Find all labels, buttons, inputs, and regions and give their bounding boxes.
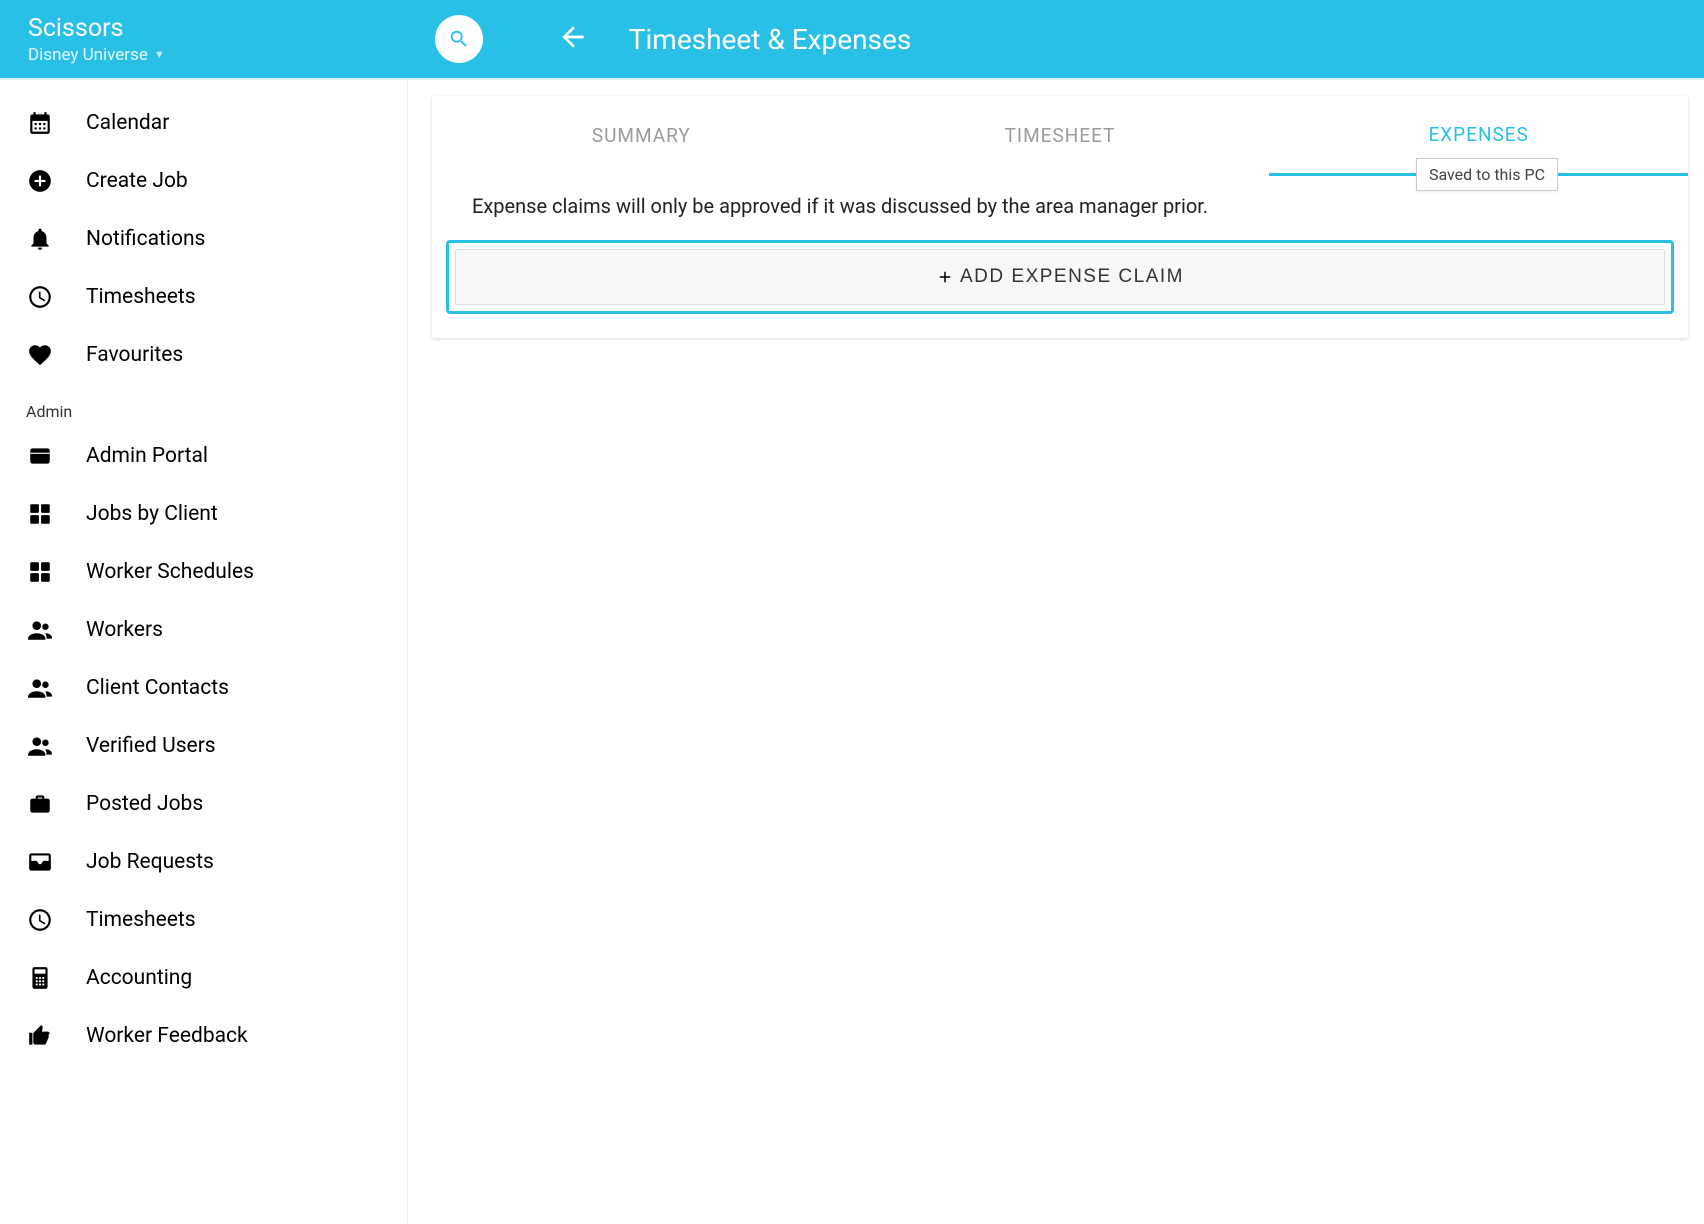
sidebar-item-label: Admin Portal [86,444,208,468]
brand-title: Scissors [28,14,165,43]
thumbs-up-icon [26,1022,54,1050]
page-title: Timesheet & Expenses [629,23,912,56]
sidebar-item-label: Favourites [86,343,183,367]
brand-block: Scissors Disney Universe ▼ [28,14,165,65]
top-bar: Scissors Disney Universe ▼ Timesheet & E… [0,0,1704,78]
sidebar-item-label: Job Requests [86,850,214,874]
arrow-left-icon [557,21,589,53]
sidebar-item-label: Workers [86,618,163,642]
add-expense-claim-button[interactable]: ADD EXPENSE CLAIM [455,249,1665,305]
clock-icon [26,906,54,934]
sidebar-item-label: Calendar [86,111,169,135]
sidebar-item-worker-feedback[interactable]: Worker Feedback [0,1007,407,1065]
sidebar-item-accounting[interactable]: Accounting [0,949,407,1007]
add-expense-highlight: ADD EXPENSE CLAIM [446,240,1674,314]
sidebar-item-label: Verified Users [86,734,216,758]
clock-icon [26,283,54,311]
search-icon [448,28,470,50]
tab-summary[interactable]: SUMMARY [432,96,851,176]
calculator-icon [26,964,54,992]
sidebar-item-calendar[interactable]: Calendar [0,94,407,152]
sidebar-section-admin: Admin [0,384,407,427]
inbox-icon [26,848,54,876]
sidebar-item-worker-schedules[interactable]: Worker Schedules [0,543,407,601]
plus-circle-icon [26,167,54,195]
sidebar-item-client-contacts[interactable]: Client Contacts [0,659,407,717]
main-content: SUMMARY TIMESHEET EXPENSES Saved to this… [408,80,1704,1224]
sidebar-item-label: Worker Feedback [86,1024,248,1048]
calendar-icon [26,109,54,137]
search-button[interactable] [435,15,483,63]
users-icon [26,674,54,702]
sidebar-item-label: Jobs by Client [86,502,218,526]
users-icon [26,732,54,760]
sidebar-item-label: Timesheets [86,285,196,309]
sidebar-item-label: Client Contacts [86,676,229,700]
sidebar-item-label: Worker Schedules [86,560,254,584]
saved-tooltip: Saved to this PC [1416,158,1558,191]
back-button[interactable] [557,21,589,57]
grid-icon [26,500,54,528]
sidebar-item-timesheets-admin[interactable]: Timesheets [0,891,407,949]
sidebar-item-verified-users[interactable]: Verified Users [0,717,407,775]
sidebar-item-label: Timesheets [86,908,196,932]
sidebar-item-label: Notifications [86,227,205,251]
bell-icon [26,225,54,253]
org-name: Disney Universe [28,45,148,65]
sidebar-item-admin-portal[interactable]: Admin Portal [0,427,407,485]
sidebar-item-job-requests[interactable]: Job Requests [0,833,407,891]
plus-icon [936,268,954,286]
content-card: SUMMARY TIMESHEET EXPENSES Saved to this… [432,96,1688,338]
sidebar-item-notifications[interactable]: Notifications [0,210,407,268]
heart-icon [26,341,54,369]
sidebar-item-timesheets[interactable]: Timesheets [0,268,407,326]
sidebar-item-label: Create Job [86,169,188,193]
sidebar-item-label: Accounting [86,966,192,990]
users-icon [26,616,54,644]
tab-label: SUMMARY [592,124,691,147]
sidebar-item-posted-jobs[interactable]: Posted Jobs [0,775,407,833]
sidebar-item-create-job[interactable]: Create Job [0,152,407,210]
tab-timesheet[interactable]: TIMESHEET [851,96,1270,176]
folder-icon [26,442,54,470]
sidebar: Calendar Create Job Notifications Timesh… [0,80,408,1224]
add-button-label: ADD EXPENSE CLAIM [960,266,1184,288]
org-selector[interactable]: Disney Universe ▼ [28,45,165,65]
tab-label: EXPENSES [1428,123,1528,146]
briefcase-icon [26,790,54,818]
sidebar-item-label: Posted Jobs [86,792,203,816]
sidebar-item-jobs-by-client[interactable]: Jobs by Client [0,485,407,543]
sidebar-item-workers[interactable]: Workers [0,601,407,659]
chevron-down-icon: ▼ [154,48,165,61]
grid-icon [26,558,54,586]
sidebar-item-favourites[interactable]: Favourites [0,326,407,384]
tab-label: TIMESHEET [1005,124,1116,147]
